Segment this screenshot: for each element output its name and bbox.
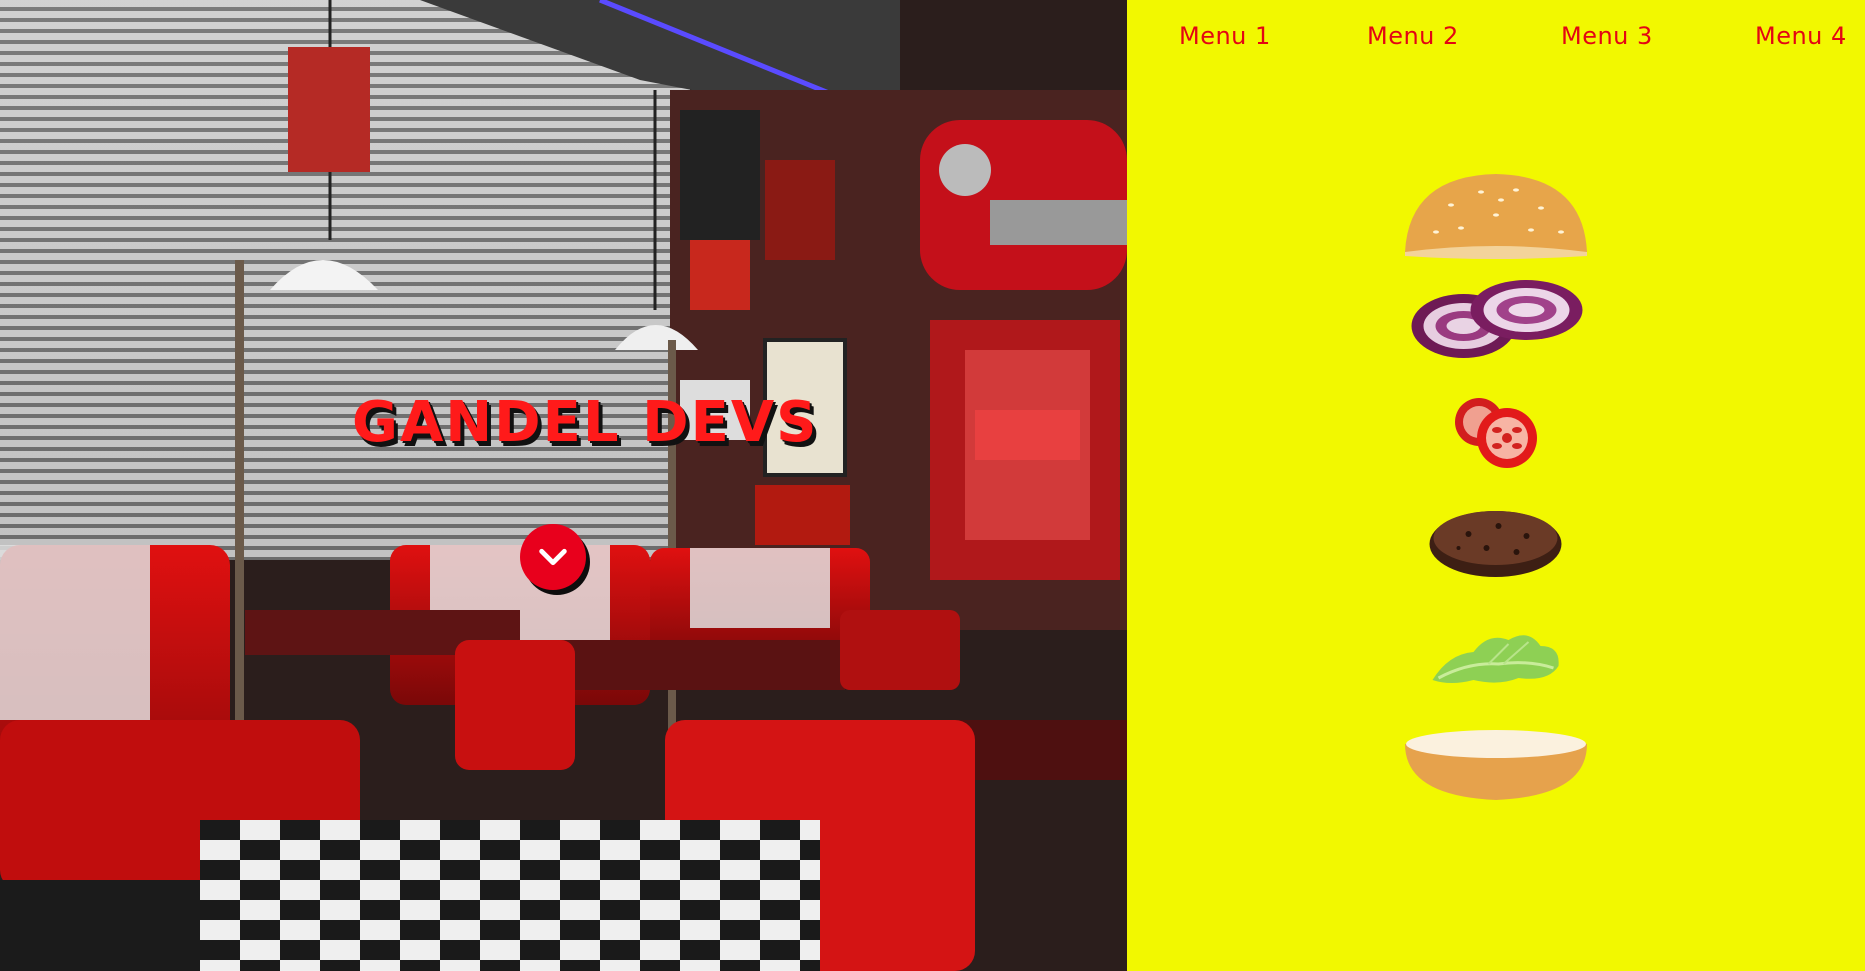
scroll-down-button[interactable] — [520, 524, 586, 590]
lettuce-image — [1432, 635, 1559, 683]
bottom-bun-image — [1405, 730, 1587, 800]
chevron-down-icon — [539, 548, 567, 566]
diner-background-image — [0, 0, 1127, 971]
nav-menu-4[interactable]: Menu 4 — [1755, 22, 1847, 50]
nav-menu-3[interactable]: Menu 3 — [1561, 22, 1653, 50]
site-title: GANDEL DEVS — [352, 390, 819, 455]
tomato-image — [1455, 398, 1537, 468]
nav-menu-2[interactable]: Menu 2 — [1367, 22, 1459, 50]
patty-image — [1429, 511, 1562, 577]
burger-panel: Menu 1 Menu 2 Menu 3 Menu 4 — [1127, 0, 1865, 971]
onion-image — [1411, 280, 1583, 358]
hero-section: GANDEL DEVS — [0, 0, 1127, 971]
top-bun-image — [1405, 174, 1587, 259]
main-nav: Menu 1 Menu 2 Menu 3 Menu 4 — [1127, 22, 1865, 52]
nav-menu-1[interactable]: Menu 1 — [1179, 22, 1271, 50]
